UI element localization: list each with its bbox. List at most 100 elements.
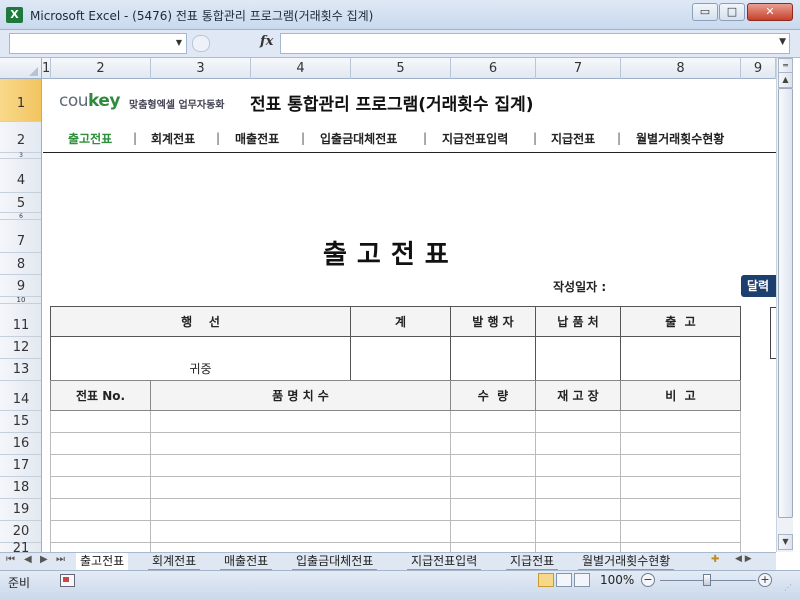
column-header[interactable]: 6 [451, 58, 536, 79]
column-header[interactable]: 5 [351, 58, 451, 79]
table-cell[interactable] [50, 454, 151, 477]
scroll-up-icon[interactable]: ▲ [778, 72, 793, 88]
normal-view-icon[interactable] [538, 573, 554, 587]
formula-cancel-icon[interactable] [192, 35, 210, 52]
table-cell[interactable] [150, 498, 451, 521]
shipment-cell[interactable] [620, 336, 741, 381]
first-sheet-icon[interactable]: ⏮ [6, 554, 15, 565]
minimize-icon[interactable]: ▭ [692, 3, 718, 21]
sheet-tab-transfer-slip[interactable]: 입출금대체전표 [292, 553, 378, 570]
column-header[interactable]: 7 [536, 58, 621, 79]
table-cell[interactable] [450, 520, 536, 543]
zoom-slider-thumb[interactable] [703, 574, 711, 586]
table-cell[interactable] [620, 432, 741, 455]
table-cell[interactable] [620, 410, 741, 433]
nav-item-accounting-slip[interactable]: 회계전표 [151, 130, 195, 147]
row-header[interactable]: 11 [0, 304, 41, 337]
sheet-tab-monthly-count[interactable]: 월별거래횟수현황 [578, 553, 675, 570]
expand-formula-icon[interactable]: ▼ [779, 37, 786, 47]
column-header[interactable]: 1 [42, 58, 51, 79]
issuer-cell[interactable] [450, 336, 536, 381]
table-cell[interactable] [535, 432, 621, 455]
table-cell[interactable] [620, 476, 741, 499]
table-cell[interactable] [150, 410, 451, 433]
table-cell[interactable] [50, 410, 151, 433]
excel-app-icon[interactable]: X [6, 7, 23, 23]
table-cell[interactable] [620, 542, 741, 552]
row-header[interactable]: 21 [0, 542, 41, 552]
horizontal-scrollbar[interactable]: ◀ ▶ [735, 554, 775, 569]
vertical-scrollbar[interactable]: ═ ▲ ▼ [776, 58, 793, 552]
row-header[interactable]: 18 [0, 477, 41, 499]
table-cell[interactable] [150, 454, 451, 477]
column-header[interactable]: 3 [151, 58, 251, 79]
table-cell[interactable] [50, 476, 151, 499]
sheet-tab-payment-slip[interactable]: 지급전표 [506, 553, 559, 570]
table-cell[interactable] [150, 476, 451, 499]
nav-item-transfer-slip[interactable]: 입출금대체전표 [320, 130, 397, 147]
row-header[interactable]: 16 [0, 433, 41, 455]
scroll-thumb[interactable] [778, 88, 793, 518]
table-cell[interactable] [450, 454, 536, 477]
row-header[interactable]: 2 [0, 122, 41, 153]
row-header[interactable]: 10 [0, 297, 41, 304]
formula-input[interactable]: ▼ [280, 33, 790, 54]
table-cell[interactable] [450, 432, 536, 455]
nav-item-payment-slip[interactable]: 지급전표 [551, 130, 595, 147]
table-cell[interactable] [620, 520, 741, 543]
next-sheet-icon[interactable]: ▶ [40, 554, 48, 565]
recipient-cell[interactable]: 귀중 [50, 336, 351, 381]
row-header[interactable]: 13 [0, 359, 41, 381]
table-cell[interactable] [450, 410, 536, 433]
table-cell[interactable] [535, 498, 621, 521]
row-header[interactable]: 14 [0, 381, 41, 411]
table-cell[interactable] [50, 542, 151, 552]
prev-sheet-icon[interactable]: ◀ [24, 554, 32, 565]
delivery-cell[interactable] [535, 336, 621, 381]
row-header[interactable]: 1 [0, 79, 41, 122]
nav-item-payment-entry[interactable]: 지급전표입력 [442, 130, 508, 147]
zoom-in-icon[interactable]: + [758, 573, 772, 587]
row-header[interactable]: 5 [0, 193, 41, 213]
table-cell[interactable] [150, 542, 451, 552]
row-header[interactable]: 15 [0, 411, 41, 433]
close-icon[interactable]: ✕ [747, 3, 793, 21]
row-header[interactable]: 12 [0, 337, 41, 359]
table-cell[interactable] [450, 476, 536, 499]
sheet-tab-payment-entry[interactable]: 지급전표입력 [407, 553, 482, 570]
row-header[interactable]: 19 [0, 499, 41, 521]
zoom-level[interactable]: 100% [600, 573, 634, 587]
zoom-out-icon[interactable]: − [641, 573, 655, 587]
table-cell[interactable] [450, 542, 536, 552]
row-header[interactable]: 6 [0, 213, 41, 220]
table-cell[interactable] [50, 520, 151, 543]
scroll-down-icon[interactable]: ▼ [778, 534, 793, 550]
page-layout-view-icon[interactable] [556, 573, 572, 587]
sheet-tab-accounting-slip[interactable]: 회계전표 [148, 553, 201, 570]
table-cell[interactable] [150, 520, 451, 543]
table-cell[interactable] [535, 410, 621, 433]
column-header[interactable]: 8 [621, 58, 741, 79]
nav-item-outgoing-slip[interactable]: 출고전표 [68, 130, 112, 147]
sheet-tab-sales-slip[interactable]: 매출전표 [220, 553, 273, 570]
maximize-icon[interactable]: □ [719, 3, 745, 21]
check-cell[interactable] [350, 336, 451, 381]
row-header[interactable]: 7 [0, 220, 41, 253]
column-header[interactable]: 2 [51, 58, 151, 79]
row-header[interactable]: 20 [0, 521, 41, 543]
row-header[interactable]: 4 [0, 159, 41, 193]
table-cell[interactable] [620, 498, 741, 521]
macro-record-icon[interactable] [60, 574, 75, 587]
chevron-down-icon[interactable]: ▼ [176, 38, 182, 47]
last-sheet-icon[interactable]: ⏭ [56, 554, 65, 565]
sheet-tab-outgoing-slip[interactable]: 출고전표 [76, 553, 129, 570]
row-header[interactable]: 9 [0, 275, 41, 297]
name-box[interactable]: ▼ [9, 33, 187, 54]
page-break-view-icon[interactable] [574, 573, 590, 587]
table-cell[interactable] [535, 454, 621, 477]
table-cell[interactable] [535, 476, 621, 499]
column-header[interactable]: 4 [251, 58, 351, 79]
table-cell[interactable] [450, 498, 536, 521]
worksheet[interactable]: coukey 맞춤형엑셀 업무자동화 전표 통합관리 프로그램(거래횟수 집계)… [43, 79, 776, 552]
table-cell[interactable] [535, 520, 621, 543]
